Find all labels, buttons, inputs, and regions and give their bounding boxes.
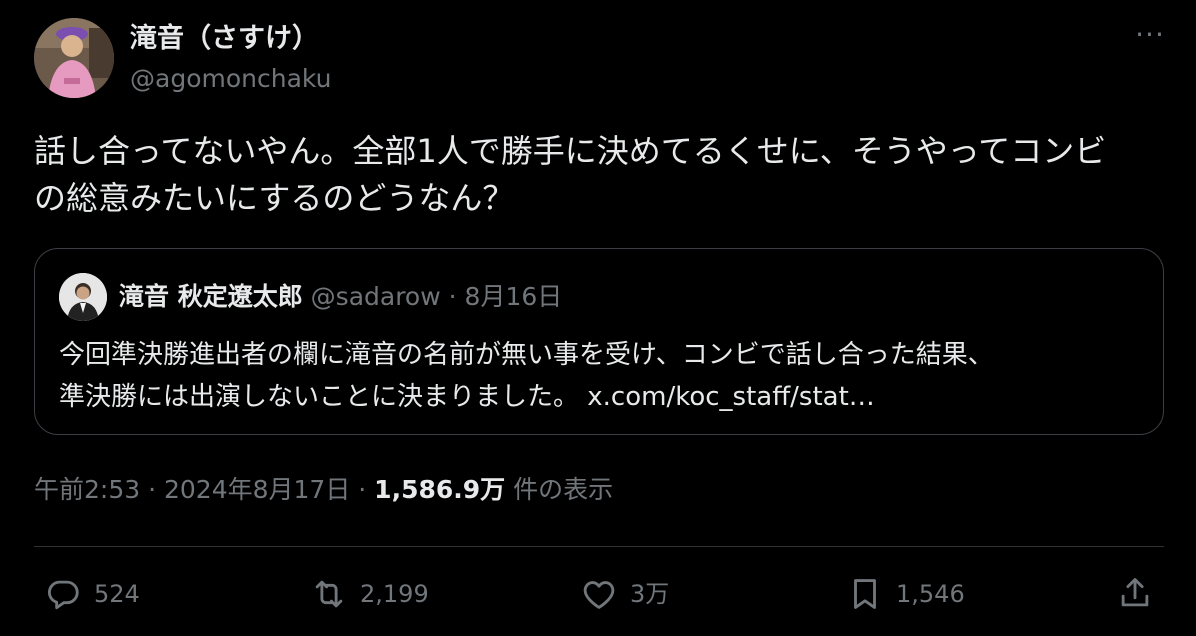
author-handle[interactable]: @agomonchaku: [130, 63, 331, 95]
tweet-text: 話し合ってないやん。全部1人で勝手に決めてるくせに、そうやってコンビ の総意みた…: [34, 128, 1174, 222]
tweet-time[interactable]: 午前2:53: [34, 475, 140, 504]
reply-count: 524: [94, 580, 140, 608]
separator-dot: ·: [140, 475, 164, 504]
repost-button[interactable]: 2,199: [310, 574, 429, 614]
author-avatar[interactable]: [34, 18, 114, 98]
quote-text-line: 今回準決勝進出者の欄に滝音の名前が無い事を受け、コンビで話し合った結果、: [59, 340, 994, 370]
share-button[interactable]: [1116, 574, 1154, 614]
quote-handle: @sadarow: [310, 282, 441, 311]
divider: [34, 546, 1164, 547]
like-count: 3万: [630, 580, 670, 608]
like-icon: [583, 581, 615, 609]
separator-dot: ·: [448, 282, 457, 311]
author-display-name[interactable]: 滝音（さすけ）: [130, 22, 319, 56]
reply-button[interactable]: 524: [44, 574, 140, 614]
bookmark-count: 1,546: [896, 580, 965, 608]
separator-dot: ·: [350, 475, 375, 504]
tweet-date[interactable]: 2024年8月17日: [164, 475, 350, 504]
tweet: 滝音（さすけ） @agomonchaku ··· 話し合ってないやん。全部1人で…: [0, 0, 1196, 636]
more-icon[interactable]: ···: [1130, 21, 1170, 54]
quote-text: 今回準決勝進出者の欄に滝音の名前が無い事を受け、コンビで話し合った結果、 準決勝…: [59, 334, 1149, 418]
reply-icon: [47, 580, 79, 610]
like-button[interactable]: 3万: [580, 574, 669, 614]
quote-author-avatar: [59, 273, 107, 321]
quote-text-line: 準決勝には出演しないことに決まりました。 x.com/koc_staff/sta…: [59, 376, 1149, 418]
tweet-text-line: の総意みたいにするのどうなん？: [34, 179, 515, 217]
tweet-text-line: 話し合ってないやん。全部1人で勝手に決めてるくせに、そうやってコンビ: [34, 132, 1107, 170]
quote-header: 滝音 秋定遼太郎 @sadarow · 8月16日: [119, 279, 562, 315]
bookmark-button[interactable]: 1,546: [846, 574, 965, 614]
share-icon: [1121, 578, 1149, 607]
quote-tweet-card[interactable]: 滝音 秋定遼太郎 @sadarow · 8月16日 今回準決勝進出者の欄に滝音の…: [34, 248, 1164, 435]
quote-display-name: 滝音 秋定遼太郎: [119, 282, 303, 311]
tweet-meta: 午前2:53 · 2024年8月17日 · 1,586.9万 件の表示: [34, 470, 613, 510]
views-label: 件の表示: [505, 475, 614, 504]
bookmark-icon: [854, 579, 876, 609]
quote-date: 8月16日: [464, 282, 563, 311]
repost-icon: [315, 580, 343, 608]
repost-count: 2,199: [360, 580, 429, 608]
quote-text-segment: 準決勝には出演しないことに決まりました。: [59, 382, 580, 412]
views-count: 1,586.9万: [374, 475, 506, 504]
quote-link[interactable]: x.com/koc_staff/stat…: [587, 382, 875, 412]
